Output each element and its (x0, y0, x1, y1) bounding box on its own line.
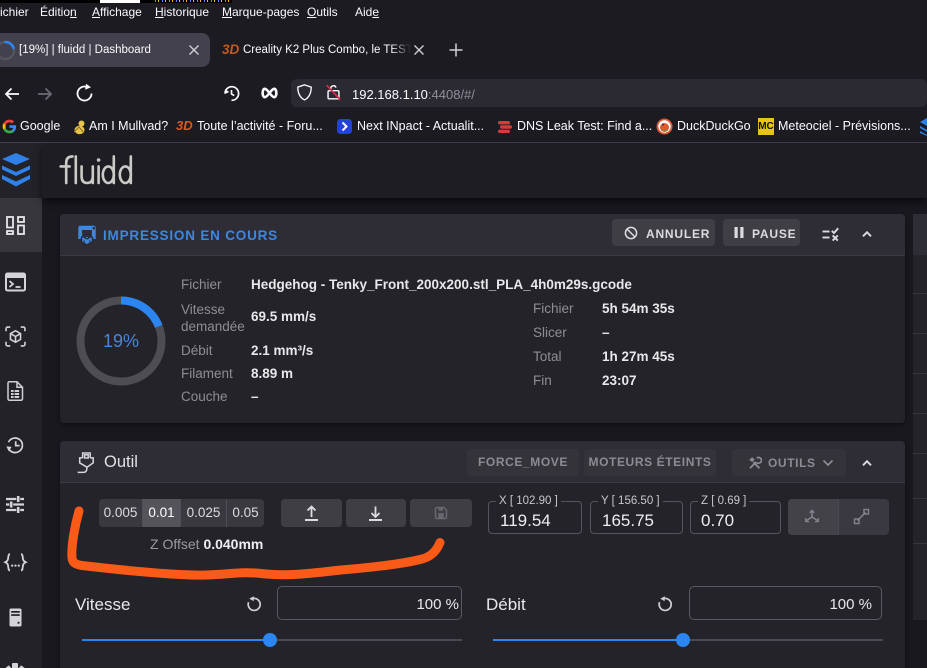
svg-text:19%: 19% (103, 331, 139, 351)
